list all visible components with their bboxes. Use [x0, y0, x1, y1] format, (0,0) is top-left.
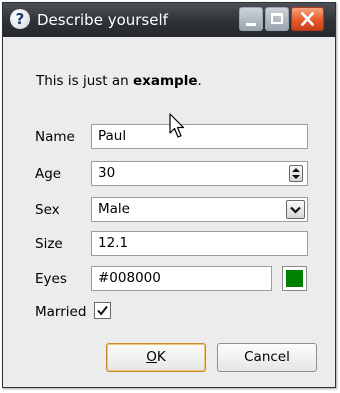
married-checkbox[interactable] [94, 302, 111, 319]
size-label: Size [35, 236, 63, 252]
minimize-icon [246, 23, 256, 26]
name-input[interactable]: Paul [91, 124, 308, 149]
intro-bold-word: example [133, 73, 198, 89]
maximize-icon [271, 13, 283, 24]
size-input[interactable]: 12.1 [91, 231, 308, 256]
eyes-label: Eyes [35, 271, 67, 287]
chevron-down-icon [290, 206, 301, 214]
sex-value: Male [98, 201, 130, 217]
mouse-pointer-icon [169, 113, 185, 138]
age-value: 30 [98, 165, 116, 181]
color-picker-button[interactable] [282, 266, 307, 291]
close-icon [301, 12, 314, 26]
sex-label: Sex [35, 202, 60, 218]
close-button[interactable] [291, 7, 324, 31]
title-bar[interactable]: ? Describe yourself [3, 3, 335, 37]
ok-button[interactable]: OK [106, 343, 206, 372]
age-label: Age [35, 166, 62, 182]
color-swatch [286, 270, 303, 287]
dialog-window: ? Describe yourself This is just an exam… [2, 2, 336, 388]
checkmark-icon [97, 305, 108, 316]
name-label: Name [35, 129, 75, 145]
combo-dropdown-button[interactable] [286, 200, 305, 219]
ok-label-rest: K [156, 349, 166, 365]
eyes-color-input[interactable]: #008000 [91, 266, 272, 291]
cancel-button[interactable]: Cancel [217, 343, 317, 372]
married-label: Married [35, 304, 87, 320]
window-title: Describe yourself [37, 11, 168, 29]
spin-up-arrow[interactable] [292, 168, 300, 172]
question-mark-icon: ? [10, 9, 30, 29]
spin-down-arrow[interactable] [292, 175, 300, 179]
age-spinbox[interactable]: 30 [91, 161, 308, 186]
spinner-arrows-icon[interactable] [289, 165, 303, 182]
ok-mnemonic: O [146, 349, 157, 365]
maximize-button[interactable] [265, 7, 289, 31]
minimize-button[interactable] [239, 7, 263, 31]
intro-text: This is just an example. [36, 73, 202, 89]
sex-combobox[interactable]: Male [91, 197, 308, 222]
